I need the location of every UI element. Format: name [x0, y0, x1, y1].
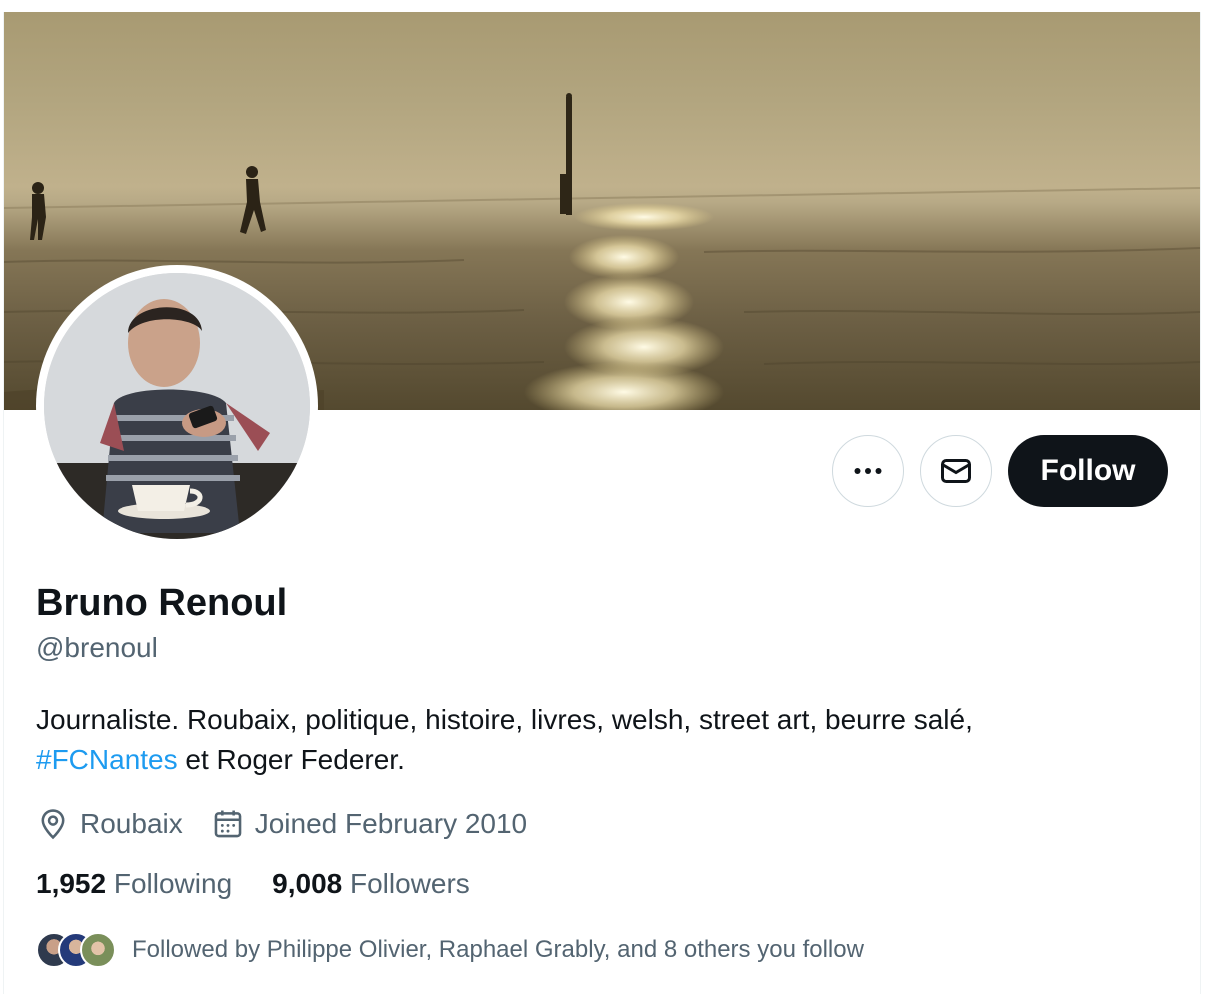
profile-handle: @brenoul	[36, 632, 158, 663]
location-text: Roubaix	[80, 808, 183, 839]
following-count: 1,952	[36, 868, 107, 899]
location-pin-icon	[41, 809, 65, 840]
profile-bio: Journaliste. Roubaix, politique, histoir…	[36, 700, 1166, 780]
follower-avatars	[36, 930, 132, 970]
followers-you-know-link[interactable]: Followed by Philippe Olivier, Raphael Gr…	[36, 928, 864, 972]
followers-count: 9,008	[272, 868, 343, 899]
joined-text: Joined February 2010	[254, 808, 528, 839]
joined-item: Joined February 2010	[211, 807, 527, 841]
envelope-icon	[941, 459, 971, 483]
calendar-icon	[214, 810, 242, 838]
follower-avatar	[80, 932, 116, 968]
more-button[interactable]	[832, 435, 904, 507]
profile-name: Bruno Renoul	[36, 582, 288, 624]
location-item: Roubaix	[36, 807, 183, 841]
followers-link[interactable]: 9,008 Followers	[272, 868, 470, 900]
bio-text: Journaliste. Roubaix, politique, histoir…	[36, 704, 973, 735]
hashtag-link[interactable]: #FCNantes	[36, 744, 178, 775]
profile-photo	[44, 273, 310, 539]
more-horizontal-icon	[854, 468, 882, 474]
followed-by-text: Followed by Philippe Olivier, Raphael Gr…	[132, 936, 864, 963]
profile-avatar[interactable]	[36, 265, 318, 547]
following-label: Following	[113, 868, 233, 899]
profile-meta: Roubaix Joined February 2010	[36, 806, 555, 842]
profile-stats: 1,952 Following 9,008 Followers	[36, 868, 510, 900]
bio-suffix: et Roger Federer.	[177, 744, 405, 775]
followers-label: Followers	[350, 868, 470, 899]
message-button[interactable]	[920, 435, 992, 507]
following-link[interactable]: 1,952 Following	[36, 868, 232, 900]
follow-button[interactable]: Follow	[1008, 435, 1168, 507]
